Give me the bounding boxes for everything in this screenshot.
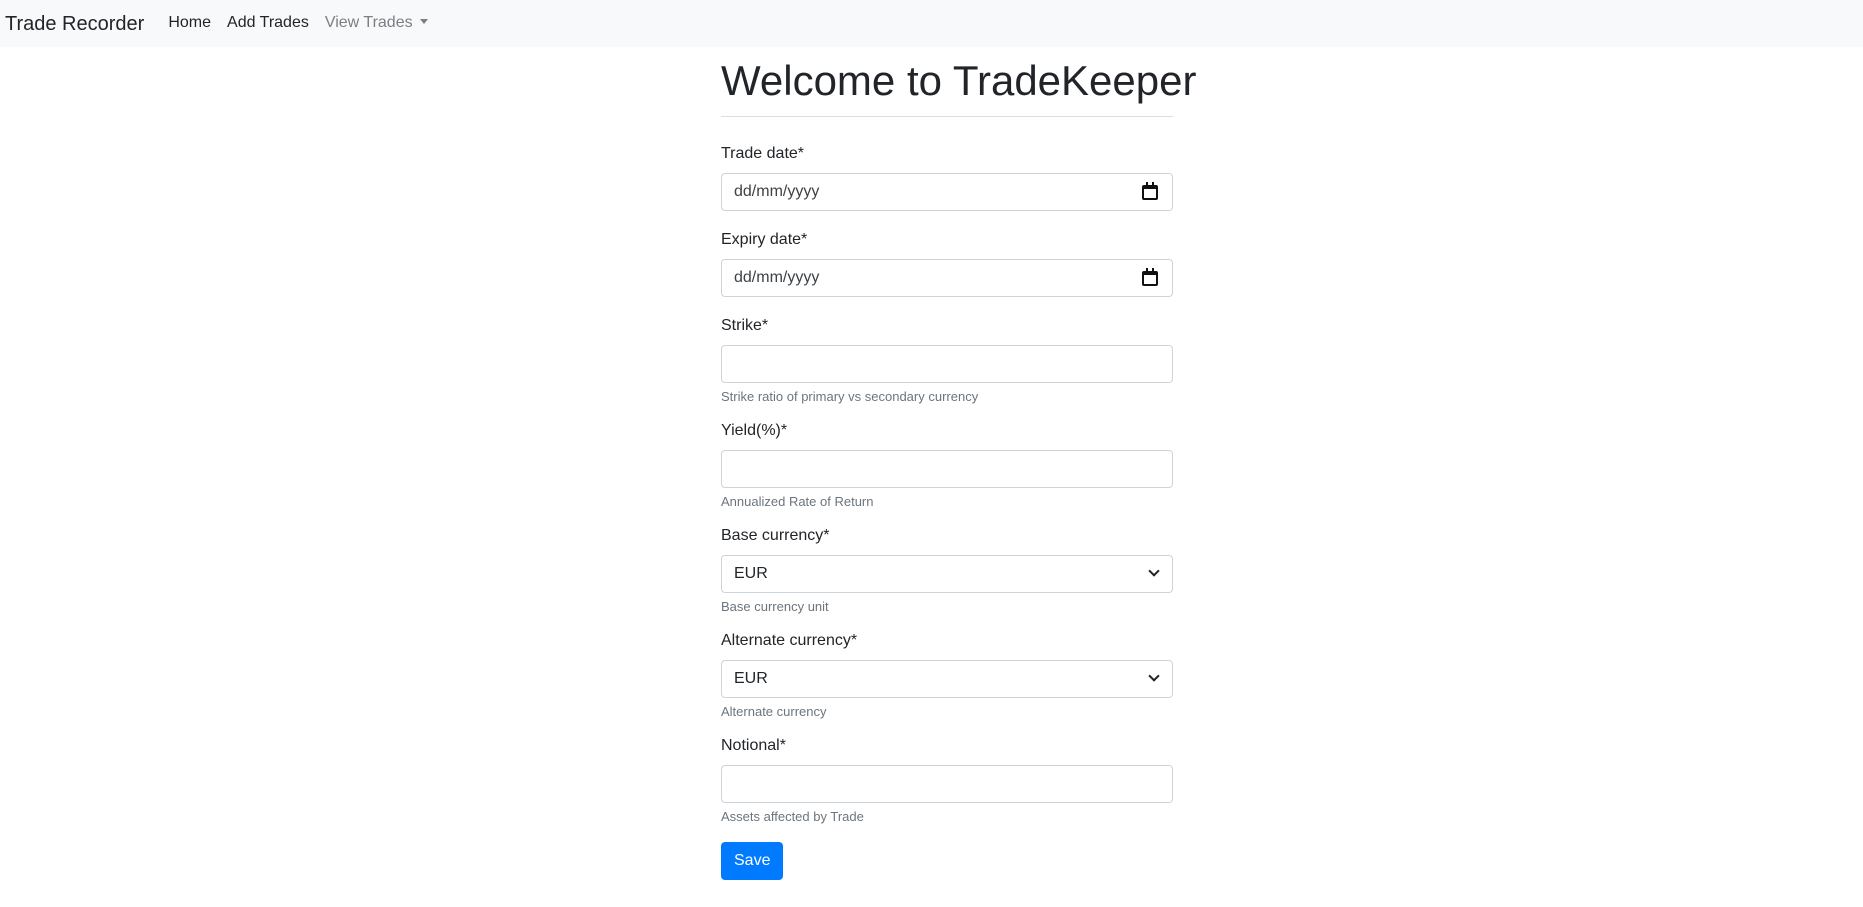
nav-link-add-trades[interactable]: Add Trades <box>227 14 309 32</box>
trade-date-group: Trade date* dd/mm/yyyy <box>721 142 1173 212</box>
strike-label: Strike* <box>721 317 769 335</box>
trade-date-placeholder: dd/mm/yyyy <box>734 183 820 201</box>
trade-form: Trade date* dd/mm/yyyy Expiry date* dd/m… <box>721 142 1173 881</box>
strike-help-text: Strike ratio of primary vs secondary cur… <box>721 389 979 405</box>
caret-down-icon <box>419 19 428 24</box>
alternate-currency-help-text: Alternate currency <box>721 704 827 720</box>
chevron-down-icon <box>1148 670 1160 683</box>
base-currency-help-text: Base currency unit <box>721 599 829 615</box>
expiry-date-label: Expiry date* <box>721 231 808 249</box>
nav-link-home[interactable]: Home <box>168 14 211 32</box>
notional-help-text: Assets affected by Trade <box>721 809 864 825</box>
yield-input[interactable] <box>721 450 1173 489</box>
nav-dropdown-label: View Trades <box>324 13 413 31</box>
alternate-currency-label: Alternate currency* <box>721 632 858 650</box>
alternate-currency-group: Alternate currency* EUR Alternate curren… <box>721 629 1173 720</box>
trade-date-input[interactable]: dd/mm/yyyy <box>721 173 1173 212</box>
calendar-icon[interactable] <box>1142 267 1158 286</box>
base-currency-group: Base currency* EUR Base currency unit <box>721 524 1173 615</box>
trade-date-label: Trade date* <box>721 145 805 163</box>
page-title: Welcome to TradeKeeper <box>721 56 1196 118</box>
strike-group: Strike* Strike ratio of primary vs secon… <box>721 314 1173 405</box>
expiry-date-placeholder: dd/mm/yyyy <box>734 269 820 287</box>
chevron-down-icon <box>1148 565 1160 578</box>
yield-label: Yield(%)* <box>721 422 788 440</box>
base-currency-select[interactable]: EUR <box>721 555 1173 594</box>
nav-dropdown-view-trades[interactable]: View Trades <box>325 14 428 32</box>
yield-help-text: Annualized Rate of Return <box>721 494 874 510</box>
navbar-brand[interactable]: Trade Recorder <box>5 13 144 36</box>
base-currency-selected: EUR <box>734 565 768 583</box>
calendar-icon[interactable] <box>1142 181 1158 200</box>
notional-label: Notional* <box>721 737 786 755</box>
base-currency-label: Base currency* <box>721 527 830 545</box>
notional-input[interactable] <box>721 765 1173 804</box>
alternate-currency-selected: EUR <box>734 670 768 688</box>
notional-group: Notional* Assets affected by Trade <box>721 734 1173 825</box>
form-actions: Save <box>721 842 1173 881</box>
save-button[interactable]: Save <box>721 842 784 881</box>
expiry-date-group: Expiry date* dd/mm/yyyy <box>721 228 1173 298</box>
strike-input[interactable] <box>721 345 1173 384</box>
alternate-currency-select[interactable]: EUR <box>721 660 1173 699</box>
expiry-date-input[interactable]: dd/mm/yyyy <box>721 259 1173 298</box>
main-content: Welcome to TradeKeeper Trade date* dd/mm… <box>721 47 1196 881</box>
yield-group: Yield(%)* Annualized Rate of Return <box>721 419 1173 510</box>
navbar: Trade Recorder Home Add Trades View Trad… <box>0 0 1863 47</box>
